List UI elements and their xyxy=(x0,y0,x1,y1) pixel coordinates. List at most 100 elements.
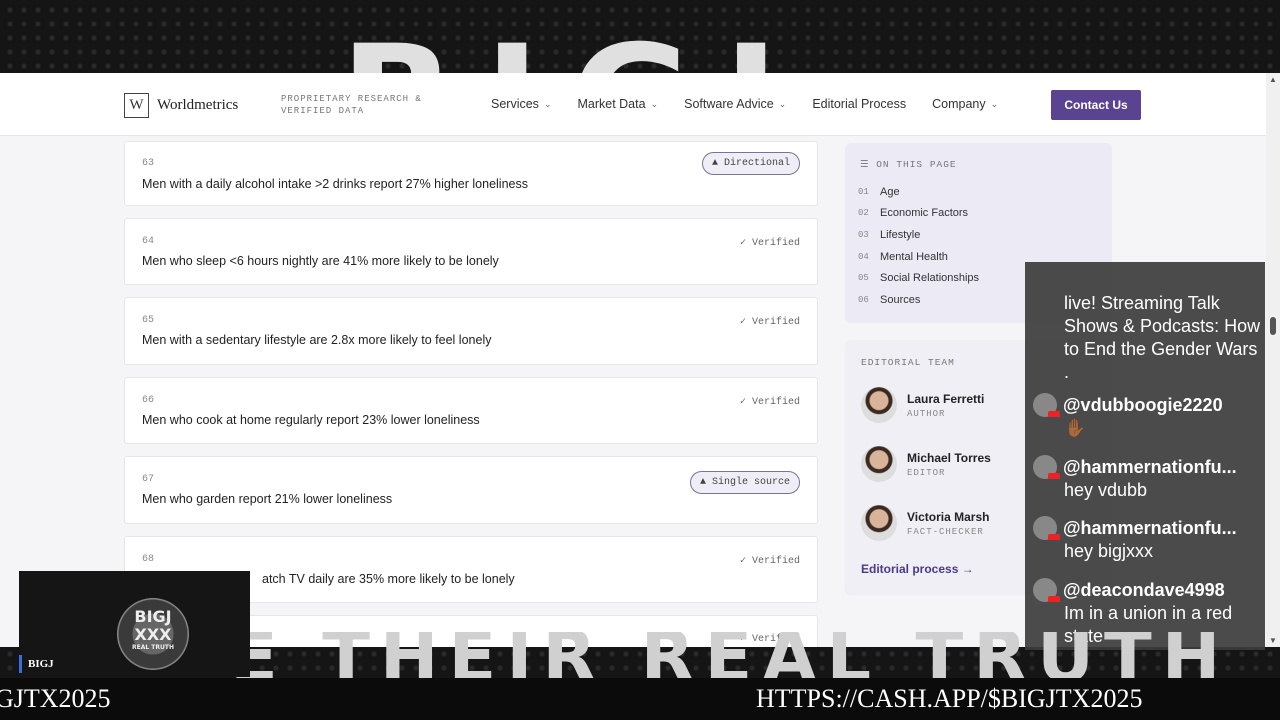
stream-banner: E THEIR REAL TRUTH xyxy=(230,632,1230,678)
toc-number: 02 xyxy=(858,208,869,219)
live-chat-overlay: live! Streaming Talk Shows & Podcasts: H… xyxy=(1025,262,1265,650)
ticker-right: HTTPS://CASH.APP/$BIGJTX2025 xyxy=(756,684,1143,713)
toc-number: 06 xyxy=(858,294,869,305)
member-name: Michael Torres xyxy=(907,450,991,465)
chevron-down-icon: ⌄ xyxy=(990,98,999,109)
team-heading: EDITORIAL TEAM xyxy=(861,357,955,368)
chat-message: live! Streaming Talk Shows & Podcasts: H… xyxy=(1033,292,1261,384)
toc-label: Economic Factors xyxy=(880,207,969,220)
verified-badge: ✓ Verified xyxy=(740,237,800,249)
toc-item-economic-factors[interactable]: 02 Economic Factors xyxy=(858,203,979,225)
avatar xyxy=(861,387,897,423)
check-icon: ✓ xyxy=(739,317,752,328)
stat-card: 64 Men who sleep <6 hours nightly are 41… xyxy=(124,218,818,285)
chat-message: @vdubboogie2220 ✋🏾 xyxy=(1033,393,1261,440)
nav-editorial-process[interactable]: Editorial Process xyxy=(812,97,906,111)
contact-us-button[interactable]: Contact Us xyxy=(1051,90,1141,120)
member-role: EDITOR xyxy=(907,467,946,478)
avatar xyxy=(861,505,897,541)
nav-label: Editorial Process xyxy=(812,97,907,111)
check-icon: ✓ xyxy=(739,397,752,408)
stat-text: Men who cook at home regularly report 23… xyxy=(142,413,480,427)
ticker-left: GJTX2025 xyxy=(0,684,111,713)
stat-text: Men with a daily alcohol intake >2 drink… xyxy=(142,177,528,191)
stat-number: 65 xyxy=(142,315,155,326)
triangle-icon: ▲ xyxy=(711,158,724,169)
logo-text: BIGJ XXX xyxy=(134,607,172,644)
toc-item-lifestyle[interactable]: 03 Lifestyle xyxy=(858,224,979,246)
badge-label: Directional xyxy=(723,158,790,169)
avatar xyxy=(1033,455,1060,479)
stat-card: 66 Men who cook at home regularly report… xyxy=(124,377,818,444)
name-tag: BIGJ xyxy=(19,655,60,673)
member-role: AUTHOR xyxy=(907,408,946,419)
nav-label: Software Advice xyxy=(684,97,774,111)
chat-message: @hammernationfu... hey vdubb xyxy=(1033,455,1261,502)
toc-number: 04 xyxy=(858,251,869,262)
member-name: Laura Ferretti xyxy=(907,391,985,406)
stat-card: 67 Men who garden report 21% lower lonel… xyxy=(124,456,818,524)
toc-label: Social Relationships xyxy=(880,272,980,285)
triangle-icon: ▲ xyxy=(699,477,712,488)
toc-label: Mental Health xyxy=(880,250,948,263)
list-icon: ☰ xyxy=(860,159,877,170)
toc-item-sources[interactable]: 06 Sources xyxy=(858,289,979,311)
chevron-down-icon: ⌄ xyxy=(543,98,552,109)
toc-label: Sources xyxy=(880,293,921,306)
toc-number: 03 xyxy=(858,229,869,240)
toc-item-age[interactable]: 01 Age xyxy=(858,181,979,203)
nav-company[interactable]: Company ⌄ xyxy=(932,97,998,111)
stat-card: 63 Men with a daily alcohol intake >2 dr… xyxy=(124,141,818,206)
nav-label: Market Data xyxy=(577,97,646,111)
scroll-thumb[interactable] xyxy=(1270,317,1276,335)
toc-heading: ☰ ON THIS PAGE xyxy=(860,159,957,170)
badge-label: Single source xyxy=(711,477,790,488)
scroll-up-icon[interactable]: ▲ xyxy=(1269,75,1277,84)
page-scrollbar[interactable]: ▲ ▼ xyxy=(1266,73,1280,647)
toc-label: Age xyxy=(880,185,900,198)
scroll-down-icon[interactable]: ▼ xyxy=(1269,636,1277,645)
chat-text: live! Streaming Talk Shows & Podcasts: H… xyxy=(1064,293,1261,382)
toc-item-social-relationships[interactable]: 05 Social Relationships xyxy=(858,267,979,289)
toc-item-mental-health[interactable]: 04 Mental Health xyxy=(858,246,979,268)
check-icon: ✓ xyxy=(739,238,752,249)
chat-text: hey bigjxxx xyxy=(1064,541,1154,561)
editorial-process-link[interactable]: Editorial process → xyxy=(861,562,974,576)
stat-text: Men with a sedentary lifestyle are 2.8x … xyxy=(142,333,492,347)
site-logo[interactable]: W Worldmetrics xyxy=(124,93,238,118)
stream-top-logo: BIGJ xyxy=(340,0,940,73)
chat-text: ✋🏾 xyxy=(1064,418,1087,438)
tagline: PROPRIETARY RESEARCH & VERIFIED DATA xyxy=(281,94,422,116)
team-member: Michael Torres EDITOR xyxy=(861,446,991,482)
nav-market-data[interactable]: Market Data ⌄ xyxy=(577,97,658,111)
bottom-ticker: GJTX2025 HTTPS://CASH.APP/$BIGJTX2025 xyxy=(0,678,1280,720)
nav-software-advice[interactable]: Software Advice ⌄ xyxy=(684,97,786,111)
badge-label: Verified xyxy=(751,556,800,567)
member-name: Victoria Marsh xyxy=(907,509,990,524)
channel-logo: BIGJ XXX REAL TRUTH xyxy=(117,598,189,670)
chat-username: @hammernationfu... xyxy=(1063,456,1237,477)
team-member: Victoria Marsh FACT-CHECKER xyxy=(861,505,989,541)
nav-label: Company xyxy=(932,97,986,111)
chat-username: @hammernationfu... xyxy=(1063,517,1237,538)
toc-heading-label: ON THIS PAGE xyxy=(876,159,957,170)
badge-label: Verified xyxy=(751,397,800,408)
banner-text: E THEIR REAL TRUTH xyxy=(230,632,1230,678)
badge-label: Verified xyxy=(751,317,800,328)
stat-text: Men who garden report 21% lower loneline… xyxy=(142,492,393,506)
avatar xyxy=(861,446,897,482)
site-header: W Worldmetrics PROPRIETARY RESEARCH & VE… xyxy=(0,73,1266,136)
logo-subtext: REAL TRUTH xyxy=(132,644,174,651)
toc-number: 05 xyxy=(858,273,869,284)
chat-username: @vdubboogie2220 xyxy=(1063,394,1223,415)
badge-label: Verified xyxy=(751,238,800,249)
toc-label: Lifestyle xyxy=(880,228,921,241)
logo-mark: W xyxy=(124,93,149,118)
nav-services[interactable]: Services ⌄ xyxy=(491,97,551,111)
stat-number: 64 xyxy=(142,236,155,247)
directional-badge: ▲ Directional xyxy=(701,152,800,175)
chevron-down-icon: ⌄ xyxy=(650,98,659,109)
chat-message: @hammernationfu... hey bigjxxx xyxy=(1033,516,1261,563)
webcam-overlay: BIGJ XXX REAL TRUTH BIGJ xyxy=(19,571,250,677)
brand-name: Worldmetrics xyxy=(157,97,239,113)
